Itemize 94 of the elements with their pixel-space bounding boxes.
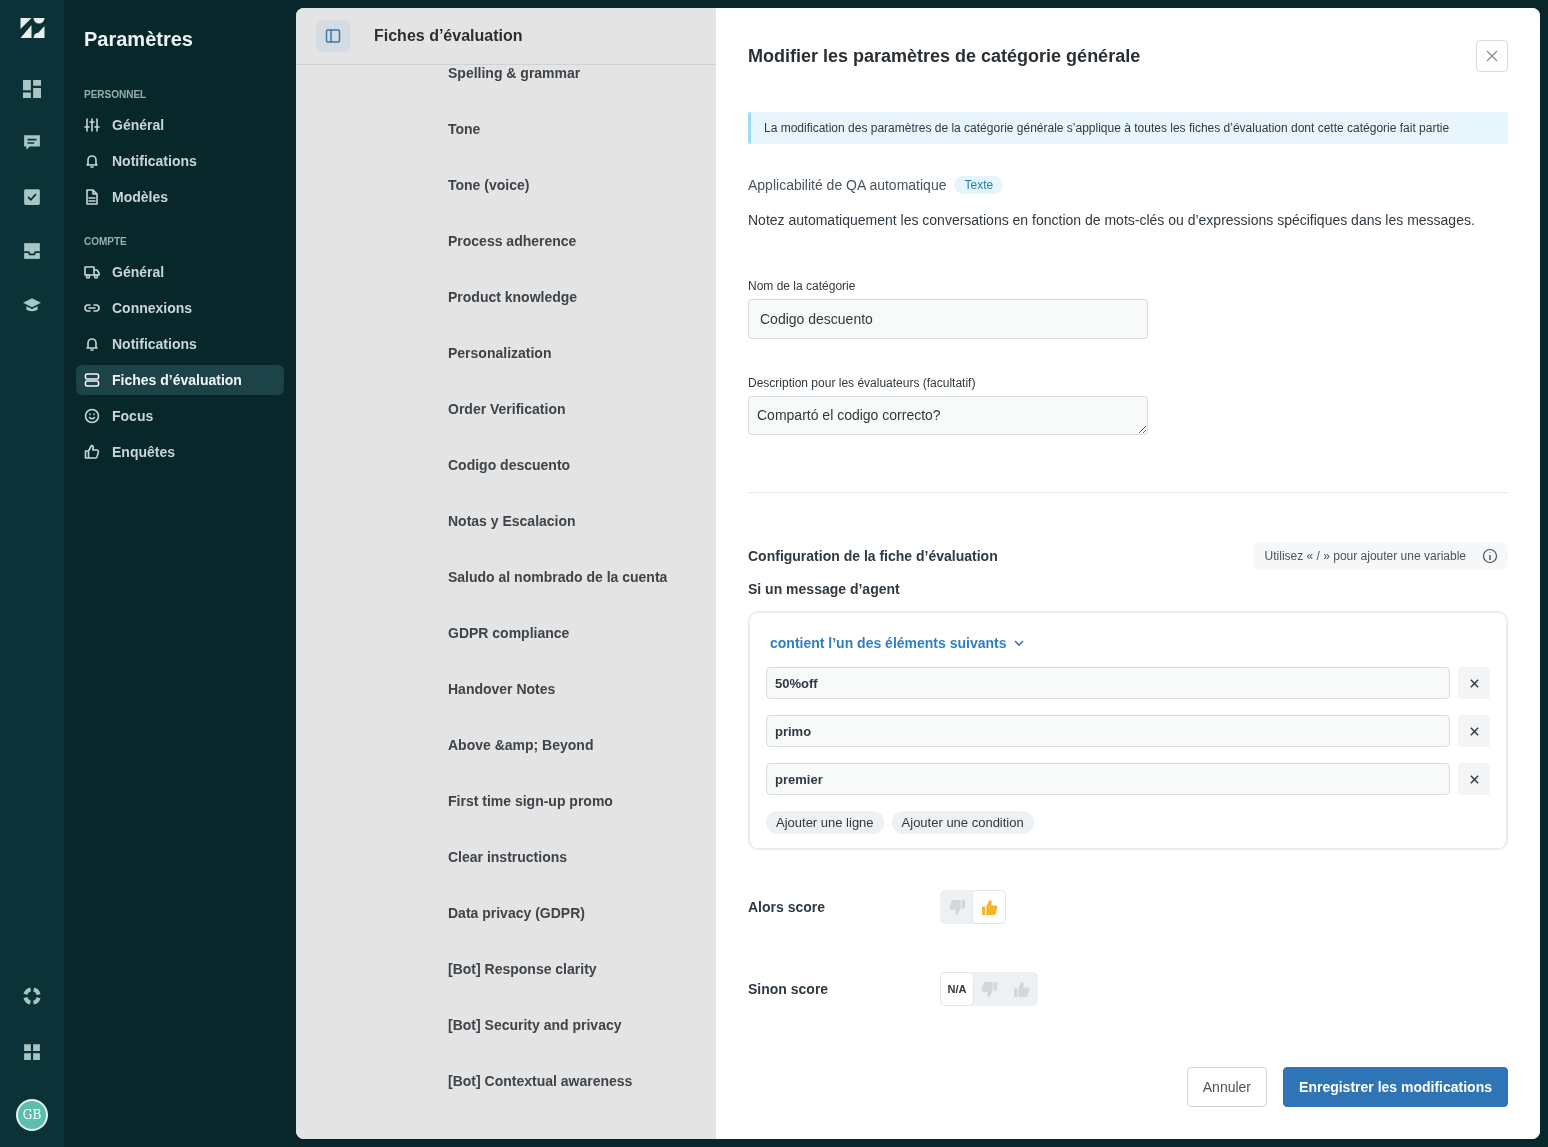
- score-label: Alors score: [748, 899, 827, 915]
- category-item[interactable]: Tone (voice): [448, 177, 530, 193]
- category-item[interactable]: Above &amp; Beyond: [448, 737, 594, 753]
- nav-item[interactable]: Connexions: [76, 293, 284, 323]
- category-item[interactable]: Spelling & grammar: [448, 65, 581, 81]
- bell-icon: [84, 153, 100, 169]
- thumbs-down-icon: [980, 980, 998, 998]
- grid-nav-button[interactable]: [23, 1043, 41, 1061]
- category-item[interactable]: [Bot] Security and privacy: [448, 1017, 622, 1033]
- nav-item[interactable]: Fiches d’évaluation: [76, 365, 284, 395]
- nav-item[interactable]: Enquêtes: [76, 437, 284, 467]
- category-item[interactable]: Saludo al nombrado de la cuenta: [448, 569, 668, 585]
- add-button[interactable]: Ajouter une ligne: [766, 811, 884, 834]
- grid-icon: [23, 1043, 41, 1061]
- drawer-title: Modifier les paramètres de catégorie générale: [748, 45, 1141, 67]
- applicability-label: Applicabilité de QA automatique: [748, 177, 947, 193]
- thumbs-up-option[interactable]: [973, 891, 1005, 923]
- sliders-icon: [84, 117, 100, 133]
- list-title: Fiches d’évaluation: [374, 27, 523, 45]
- category-item[interactable]: Product knowledge: [448, 289, 578, 305]
- remove-button[interactable]: [1458, 763, 1490, 795]
- category-item[interactable]: Tone: [448, 121, 481, 137]
- category-item[interactable]: Data privacy (GDPR): [448, 905, 585, 921]
- section-title: Configuration de la fiche d’évaluation: [748, 548, 998, 564]
- category-item[interactable]: Clear instructions: [448, 849, 568, 865]
- save-button[interactable]: Enregistrer les modifications: [1283, 1067, 1508, 1107]
- logo-icon: [19, 18, 45, 38]
- category-item[interactable]: [Bot] Contextual awareness: [448, 1073, 633, 1089]
- field-label: Nom de la catégorie: [748, 279, 856, 293]
- nav-item[interactable]: Focus: [76, 401, 284, 431]
- info-banner: La modification des paramètres de la catégorie générale s’applique à toutes les fiches d’évaluation dont cette catégorie fait partie: [748, 112, 1508, 144]
- dashboard-icon: [23, 80, 41, 98]
- category-item[interactable]: First time sign-up promo: [448, 793, 613, 809]
- truck-icon: [84, 264, 100, 280]
- document-icon: [84, 189, 100, 205]
- keyword-field[interactable]: primo: [766, 715, 1450, 747]
- description-field[interactable]: Compartó el codigo correcto?: [748, 396, 1148, 435]
- close-icon: [1486, 50, 1498, 62]
- keyword-field[interactable]: 50%off: [766, 667, 1450, 699]
- score-label: Sinon score: [748, 981, 830, 997]
- close-icon: [1468, 677, 1480, 689]
- thumbs-up-icon: [980, 898, 998, 916]
- nav-item[interactable]: Général: [76, 110, 284, 140]
- close-icon: [1468, 725, 1480, 737]
- checkbox-icon: [23, 188, 41, 206]
- inbox-nav-button[interactable]: [23, 242, 41, 260]
- category-item[interactable]: Codigo descuento: [448, 457, 571, 473]
- add-button[interactable]: Ajouter une condition: [891, 811, 1034, 834]
- section-heading: PERSONNEL: [84, 89, 147, 100]
- type-tag: Texte: [954, 176, 1004, 194]
- smiley-icon: [84, 408, 100, 424]
- chat-icon: [23, 134, 41, 152]
- category-item[interactable]: Notas y Escalacion: [448, 513, 576, 529]
- panel-icon: [325, 28, 341, 44]
- operator-dropdown[interactable]: contient l’un des éléments suivants: [766, 635, 1029, 651]
- description-text: Notez automatiquement les conversations en fonction de mots-clés ou d’expressions spécifiques dans les messages.: [748, 212, 1476, 228]
- chevron-down-icon: [1012, 637, 1025, 649]
- nav-item[interactable]: Notifications: [76, 146, 284, 176]
- name-field[interactable]: Codigo descuento: [748, 299, 1148, 339]
- graduation-cap-icon: [23, 296, 41, 314]
- thumbs-up-icon: [1012, 980, 1030, 998]
- remove-button[interactable]: [1458, 715, 1490, 747]
- dashboard-nav-button[interactable]: [23, 80, 41, 98]
- thumbs-up-icon: [84, 444, 100, 460]
- lifebuoy-icon: [23, 987, 41, 1005]
- settings-title: Paramètres: [84, 28, 194, 51]
- close-icon: [1468, 773, 1480, 785]
- nav-item[interactable]: Général: [76, 257, 284, 287]
- category-item[interactable]: [Bot] Response clarity: [448, 961, 597, 977]
- nav-item[interactable]: Notifications: [76, 329, 284, 359]
- thumbs-down-icon: [948, 898, 966, 916]
- lifebuoy-nav-button[interactable]: [23, 987, 41, 1005]
- nav-item[interactable]: Modèles: [76, 182, 284, 212]
- info-icon: [1482, 548, 1498, 564]
- graduation-cap-nav-button[interactable]: [23, 296, 41, 314]
- na-option[interactable]: N/A: [941, 973, 973, 1005]
- keyword-field[interactable]: premier: [766, 763, 1450, 795]
- category-item[interactable]: Process adherence: [448, 233, 577, 249]
- checkbox-nav-button[interactable]: [23, 188, 41, 206]
- category-item[interactable]: Personalization: [448, 345, 552, 361]
- category-item[interactable]: Handover Notes: [448, 681, 556, 697]
- field-label: Description pour les évaluateurs (facultatif): [748, 376, 976, 390]
- server-icon: [84, 372, 100, 388]
- variable-hint: Utilisez « / » pour ajouter une variable: [1264, 549, 1466, 563]
- inbox-icon: [23, 242, 41, 260]
- cancel-button[interactable]: Annuler: [1186, 1067, 1268, 1107]
- category-item[interactable]: Order Verification: [448, 401, 566, 417]
- remove-button[interactable]: [1458, 667, 1490, 699]
- condition-label: Si un message d’agent: [748, 581, 900, 597]
- section-heading: COMPTE: [84, 236, 127, 247]
- chat-nav-button[interactable]: [23, 134, 41, 152]
- bell-icon: [84, 336, 100, 352]
- sidebar-toggle-button[interactable]: [316, 20, 350, 52]
- category-item[interactable]: GDPR compliance: [448, 625, 570, 641]
